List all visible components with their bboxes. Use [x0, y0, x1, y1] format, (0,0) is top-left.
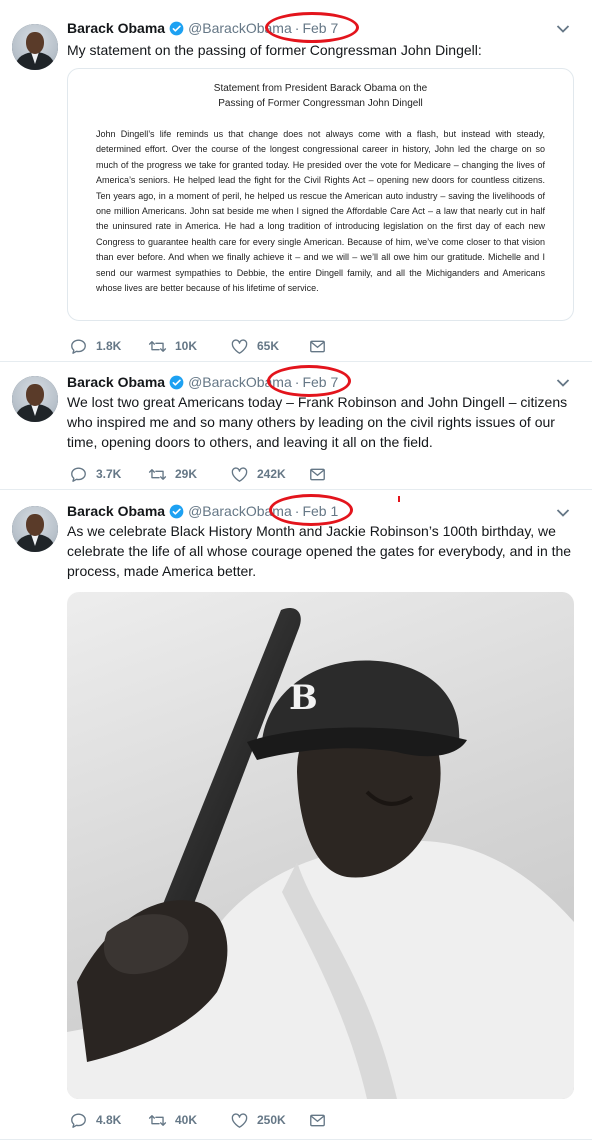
- tweet[interactable]: Barack Obama @BarackObama · Feb 7 My sta…: [0, 0, 592, 362]
- like-button[interactable]: 250K: [230, 1110, 286, 1130]
- reply-count: 4.8K: [96, 1113, 122, 1127]
- baseball-player-illustration: [67, 608, 574, 1099]
- retweet-count: 10K: [175, 339, 198, 353]
- direct-message-button[interactable]: [308, 336, 327, 356]
- author-name[interactable]: Barack Obama: [67, 374, 165, 390]
- verified-badge-icon: [169, 375, 184, 389]
- reply-count: 1.8K: [96, 339, 122, 353]
- chevron-down-icon[interactable]: [556, 508, 570, 518]
- retweet-icon: [148, 468, 167, 480]
- author-name[interactable]: Barack Obama: [67, 503, 165, 519]
- cap-letter: B: [289, 678, 318, 718]
- heart-icon: [231, 1112, 248, 1128]
- document-body: John Dingell’s life reminds us that chan…: [96, 129, 545, 294]
- retweet-button[interactable]: 40K: [148, 1110, 197, 1130]
- retweet-button[interactable]: 29K: [148, 464, 197, 484]
- envelope-icon: [310, 1114, 325, 1126]
- tweet-text: As we celebrate Black History Month and …: [67, 523, 572, 579]
- reply-button[interactable]: 4.8K: [69, 1110, 121, 1130]
- reply-icon: [71, 466, 86, 482]
- heart-icon: [231, 466, 248, 482]
- author-name[interactable]: Barack Obama: [67, 20, 165, 36]
- document-title-line: Statement from President Barack Obama on…: [213, 83, 428, 94]
- baseball-player-photo[interactable]: B: [67, 592, 574, 1099]
- avatar[interactable]: [12, 506, 58, 552]
- reply-button[interactable]: 3.7K: [69, 464, 121, 484]
- like-button[interactable]: 242K: [230, 464, 286, 484]
- like-count: 242K: [257, 467, 286, 481]
- like-count: 250K: [257, 1113, 286, 1127]
- direct-message-button[interactable]: [308, 1110, 327, 1130]
- statement-document-image[interactable]: Statement from President Barack Obama on…: [67, 68, 574, 321]
- annotation-mark: [398, 496, 400, 502]
- retweet-button[interactable]: 10K: [148, 336, 197, 356]
- heart-icon: [231, 338, 248, 354]
- verified-badge-icon: [169, 504, 184, 518]
- retweet-count: 40K: [175, 1113, 198, 1127]
- avatar[interactable]: [12, 24, 58, 70]
- retweet-icon: [148, 340, 167, 352]
- direct-message-button[interactable]: [308, 464, 327, 484]
- envelope-icon: [310, 468, 325, 480]
- retweet-count: 29K: [175, 467, 198, 481]
- document-title-line: Passing of Former Congressman John Dinge…: [218, 98, 423, 109]
- chevron-down-icon[interactable]: [556, 24, 570, 34]
- verified-badge-icon: [169, 21, 184, 35]
- reply-button[interactable]: 1.8K: [69, 336, 121, 356]
- annotation-circle: [267, 365, 351, 397]
- like-button[interactable]: 65K: [230, 336, 279, 356]
- avatar[interactable]: [12, 376, 58, 422]
- annotation-circle: [265, 12, 359, 43]
- reply-icon: [71, 338, 86, 354]
- reply-icon: [71, 1112, 86, 1128]
- envelope-icon: [310, 340, 325, 352]
- retweet-icon: [148, 1114, 167, 1126]
- like-count: 65K: [257, 339, 280, 353]
- chevron-down-icon[interactable]: [556, 378, 570, 388]
- annotation-circle: [269, 494, 353, 526]
- tweet-text: My statement on the passing of former Co…: [67, 42, 482, 58]
- tweet-text: We lost two great Americans today – Fran…: [67, 394, 568, 450]
- reply-count: 3.7K: [96, 467, 122, 481]
